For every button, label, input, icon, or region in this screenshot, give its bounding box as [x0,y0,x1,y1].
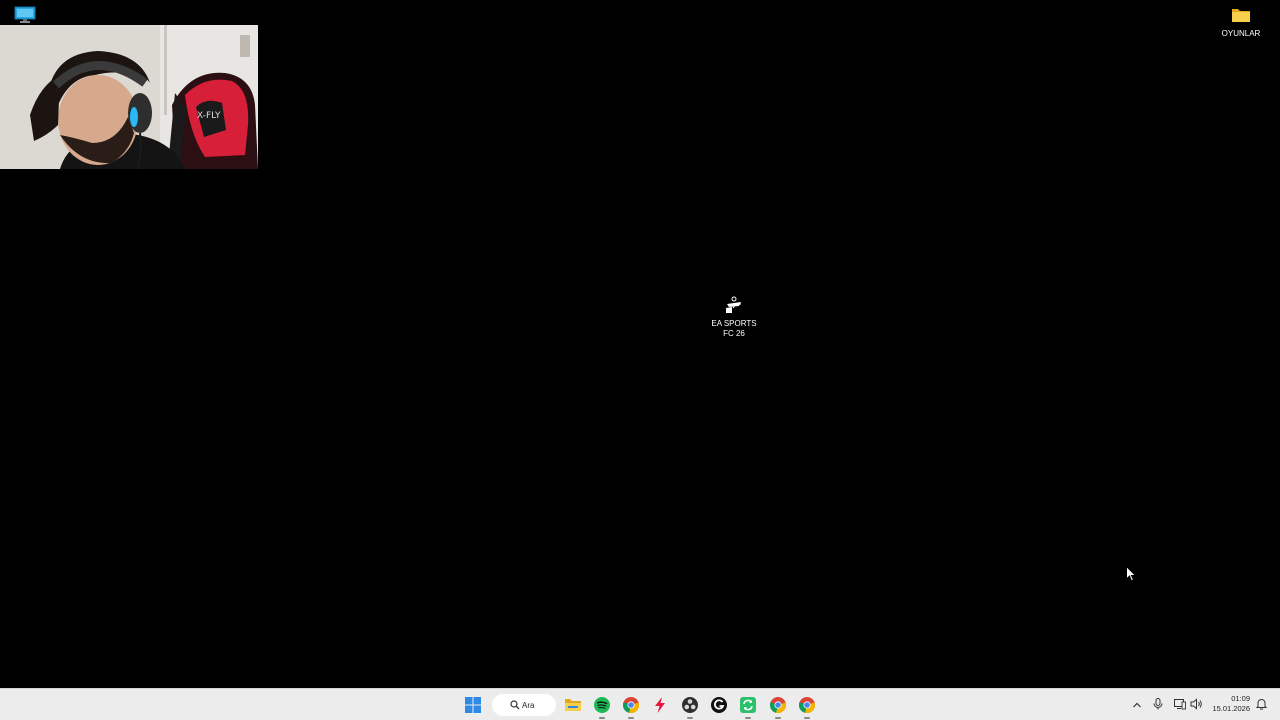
chrome-icon [623,697,639,713]
taskbar-obs[interactable] [679,694,701,719]
search-label: Ara [522,700,535,710]
lightning-icon [655,697,665,713]
taskbar-file-explorer[interactable] [562,694,584,716]
tray-volume[interactable] [1190,697,1203,715]
taskbar-chrome[interactable] [620,694,642,719]
taskbar: Ara 01:09 15.01.2026 [0,688,1280,720]
spotify-icon [594,697,610,713]
desktop-icon-oyunlar[interactable]: OYUNLAR [1203,6,1279,39]
running-indicator [804,717,810,719]
svg-text:X-FLY: X-FLY [197,111,221,121]
chevron-up-icon [1133,702,1141,708]
tray-microphone[interactable] [1153,697,1163,715]
mouse-cursor-icon [1126,565,1137,582]
running-indicator [599,717,605,719]
chrome-icon [770,697,786,713]
taskbar-green-app[interactable] [737,694,759,719]
tray-network[interactable] [1174,697,1186,715]
start-button[interactable] [462,694,484,716]
notification-icon [1255,699,1268,710]
tray-notifications[interactable] [1255,697,1268,715]
green-sync-icon [740,697,756,713]
taskbar-lightning-app[interactable] [649,694,671,716]
webcam-overlay: X-FLY [0,25,258,169]
desktop-icon-ea-sports-fc-26[interactable]: EA SPORTS FC 26 [696,296,772,339]
folder-icon [565,699,581,711]
monitor-icon[interactable] [14,6,36,24]
windows-start-icon [465,697,481,713]
taskbar-chrome-2[interactable] [767,694,789,719]
clock-time: 01:09 [1231,694,1250,703]
taskbar-g-app[interactable] [708,694,730,716]
ea-fc-icon [696,296,772,317]
taskbar-search[interactable]: Ara [492,694,556,716]
desktop-icon-label-line1: EA SPORTS [711,319,757,328]
tray-overflow-button[interactable] [1132,697,1142,715]
running-indicator [628,717,634,719]
volume-icon [1190,698,1202,710]
microphone-icon [1153,698,1163,710]
g-icon [711,697,727,713]
chrome-icon [799,697,815,713]
folder-icon [1203,6,1279,27]
running-indicator [687,717,693,719]
obs-icon [682,697,698,713]
network-icon [1174,699,1186,710]
desktop: X-FLY OYUNLAR EA SPORTS FC 26 [0,0,1280,688]
running-indicator [775,717,781,719]
search-icon [510,700,520,710]
desktop-icon-label-line2: FC 26 [723,329,745,338]
running-indicator [745,717,751,719]
desktop-icon-label: OYUNLAR [1221,29,1261,38]
taskbar-chrome-3[interactable] [796,694,818,719]
taskbar-spotify[interactable] [591,694,613,719]
clock-date: 15.01.2026 [1212,704,1250,713]
taskbar-clock[interactable]: 01:09 15.01.2026 [1206,694,1250,714]
